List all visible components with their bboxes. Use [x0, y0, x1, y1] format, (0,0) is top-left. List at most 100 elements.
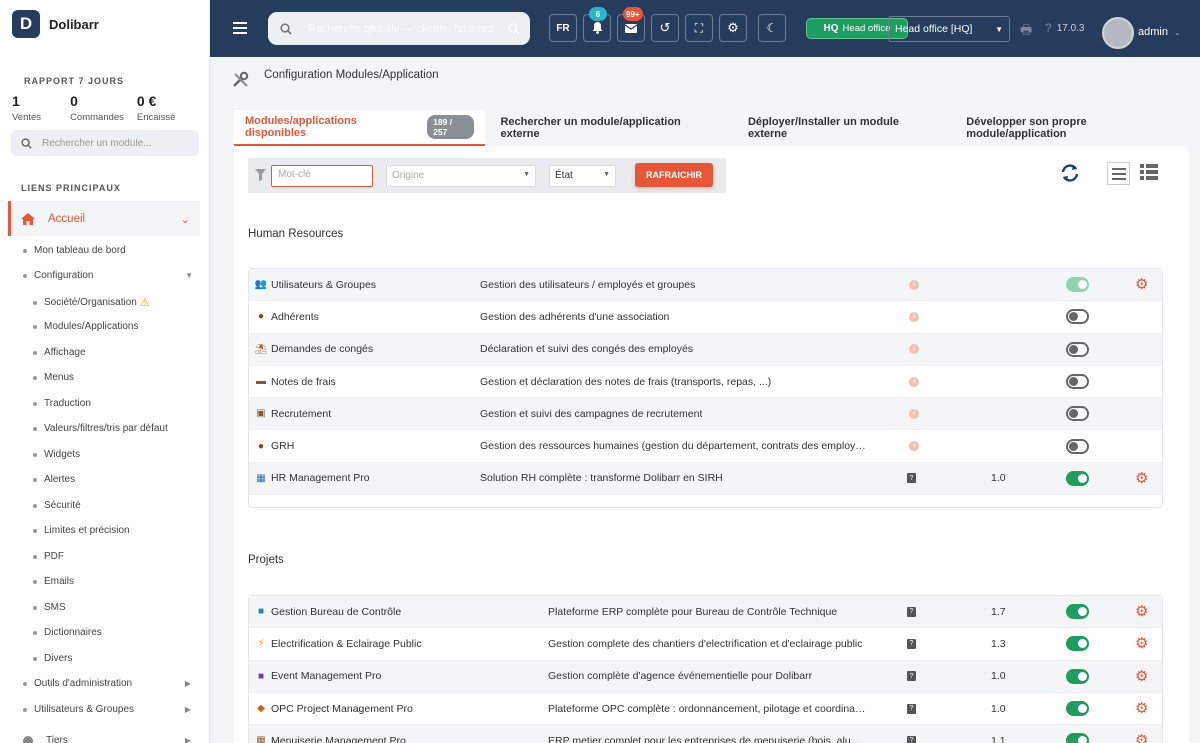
sidebar-item-tiers[interactable]: Tiers ▶ — [23, 735, 191, 743]
tab-deploy-external[interactable]: Déployer/Installer un module externe — [737, 110, 951, 146]
sidebar-item-sms[interactable]: SMS — [33, 602, 209, 613]
list-icon — [1111, 167, 1126, 180]
sidebar-item-outils[interactable]: Outils d'administration ▶ — [23, 678, 191, 689]
search-submit-icon[interactable] — [508, 22, 520, 35]
sidebar-item-pdf[interactable]: PDF — [33, 551, 209, 562]
module-name: Adhérents — [271, 310, 319, 323]
module-toggle[interactable] — [1066, 341, 1089, 357]
language-button[interactable]: FR — [549, 14, 577, 42]
sidebar-item-alertes[interactable]: Alertes — [33, 474, 209, 485]
sidebar-search-input[interactable]: Rechercher un module... — [11, 130, 199, 156]
info-icon[interactable]: i — [909, 311, 919, 322]
tab-develop-module[interactable]: Développer son propre module/application — [955, 110, 1200, 146]
info-icon[interactable]: i — [909, 344, 919, 355]
table-row: ▬ Notes de frais Gestion et déclaration de… — [249, 366, 1162, 399]
module-toggle[interactable] — [1066, 277, 1089, 293]
help-icon[interactable]: ? — [1045, 21, 1052, 35]
brand[interactable]: D Dolibarr — [0, 0, 209, 48]
module-toggle[interactable] — [1066, 309, 1089, 325]
report-title: RAPPORT 7 JOURS — [24, 76, 125, 86]
module-settings-gear-icon[interactable]: ⚙ — [1135, 604, 1148, 619]
sidebar-item-emails[interactable]: Emails — [33, 576, 209, 587]
origin-select[interactable]: Origine ▼ — [386, 165, 536, 187]
detailed-view-button[interactable] — [1140, 164, 1158, 183]
help-icon[interactable]: ? — [907, 638, 916, 649]
keyword-input[interactable]: Mot-clé — [271, 165, 373, 187]
history-icon[interactable]: ↺ — [651, 14, 679, 42]
reload-icon[interactable] — [1060, 163, 1080, 183]
notifications-button[interactable]: 6 — [583, 7, 611, 42]
sidebar-item-widgets[interactable]: Widgets — [33, 449, 209, 460]
bullet-icon — [33, 401, 37, 406]
sidebar-item-tableau[interactable]: Mon tableau de bord — [23, 245, 209, 256]
sidebar-item-dictionnaires[interactable]: Dictionnaires — [33, 627, 209, 638]
module-description: Solution RH complète : transforme Doliba… — [480, 472, 723, 485]
info-icon[interactable]: i — [909, 441, 919, 452]
module-version: 1.3 — [991, 637, 1006, 650]
menu-toggle-icon[interactable] — [232, 18, 248, 38]
sidebar-item-utilisateurs[interactable]: Utilisateurs & Groupes ▶ — [23, 704, 191, 715]
settings-gear-icon[interactable]: ⚙ — [719, 14, 747, 42]
module-toggle[interactable] — [1066, 701, 1089, 717]
user-menu[interactable]: admin ⌄ — [1138, 26, 1181, 38]
sidebar-item-societe[interactable]: Société/Organisation ⚠ — [33, 296, 209, 309]
printer-icon[interactable]: 🖶 — [1020, 21, 1032, 43]
module-toggle[interactable] — [1066, 406, 1089, 422]
entity-select[interactable]: Head office [HQ] ▼ — [888, 16, 1010, 42]
help-icon[interactable]: ? — [907, 606, 916, 617]
sidebar-item-accueil[interactable]: Accueil ⌄ — [8, 201, 200, 236]
chevron-down-icon: ⌄ — [1173, 27, 1181, 37]
avatar[interactable] — [1102, 17, 1134, 49]
module-settings-gear-icon[interactable]: ⚙ — [1135, 471, 1148, 486]
module-toggle[interactable] — [1066, 604, 1089, 620]
tools-icon — [233, 71, 249, 87]
sidebar-item-valeurs[interactable]: Valeurs/filtres/tris par défaut — [33, 423, 209, 434]
state-select[interactable]: État ▼ — [549, 165, 616, 187]
fullscreen-icon[interactable]: ⛶ — [685, 14, 713, 42]
sidebar-item-modules[interactable]: Modules/Applications — [33, 321, 209, 332]
sidebar-item-limites[interactable]: Limites et précision — [33, 525, 209, 536]
global-search-input[interactable]: Recherche globale — clients, factures — [268, 12, 530, 45]
module-description: Gestion des adhérents d'une association — [480, 310, 670, 323]
help-icon[interactable]: ? — [907, 703, 916, 714]
sidebar-item-divers[interactable]: Divers — [33, 653, 209, 664]
tab-available-modules[interactable]: Modules/applications disponibles 189 / 25… — [234, 110, 486, 146]
module-settings-gear-icon[interactable]: ⚙ — [1135, 636, 1148, 651]
module-settings-gear-icon[interactable]: ⚙ — [1135, 733, 1148, 743]
info-icon[interactable]: i — [909, 408, 919, 419]
module-toggle[interactable] — [1066, 470, 1089, 486]
info-icon[interactable]: i — [909, 376, 919, 387]
bell-icon — [592, 22, 602, 34]
sidebar-item-traduction[interactable]: Traduction — [33, 398, 209, 409]
dark-mode-moon-icon[interactable]: ☾ — [758, 14, 786, 42]
module-toggle[interactable] — [1066, 438, 1089, 454]
help-icon[interactable]: ? — [907, 473, 916, 484]
messages-button[interactable]: 99+ — [617, 7, 645, 42]
module-settings-gear-icon[interactable]: ⚙ — [1135, 277, 1148, 292]
kpi-ventes[interactable]: 1 Ventes — [12, 93, 41, 123]
module-toggle[interactable] — [1066, 374, 1089, 390]
module-toggle[interactable] — [1066, 636, 1089, 652]
sidebar-item-affichage[interactable]: Affichage — [33, 347, 209, 358]
module-toggle[interactable] — [1066, 668, 1089, 684]
tab-search-external[interactable]: Rechercher un module/application externe — [489, 110, 733, 146]
module-settings-gear-icon[interactable]: ⚙ — [1135, 669, 1148, 684]
help-icon[interactable]: ? — [907, 735, 916, 743]
sidebar-item-configuration[interactable]: Configuration ▼ — [23, 270, 209, 281]
list-view-button[interactable] — [1107, 162, 1130, 185]
kpi-commandes[interactable]: 0 Commandes — [70, 93, 124, 123]
bullet-icon — [33, 630, 37, 635]
help-icon[interactable]: ? — [907, 671, 916, 682]
sidebar-item-securite[interactable]: Sécurité — [33, 500, 209, 511]
module-toggle[interactable] — [1066, 733, 1089, 743]
bullet-icon — [33, 503, 37, 508]
building-icon — [23, 735, 33, 743]
kpi-encaisse[interactable]: 0 € Encaissé — [137, 93, 176, 123]
module-settings-gear-icon[interactable]: ⚙ — [1135, 701, 1148, 716]
caret-down-icon: ▼ — [185, 271, 193, 280]
refresh-button[interactable]: RAFRAICHIR — [635, 163, 713, 187]
sidebar-item-menus[interactable]: Menus — [33, 372, 209, 383]
table-row: ■ Gestion Bureau de Contrôle Plateforme ER… — [249, 596, 1162, 629]
module-description: Gestion complète d'agence événementielle… — [548, 670, 813, 683]
info-icon[interactable]: i — [909, 279, 919, 290]
